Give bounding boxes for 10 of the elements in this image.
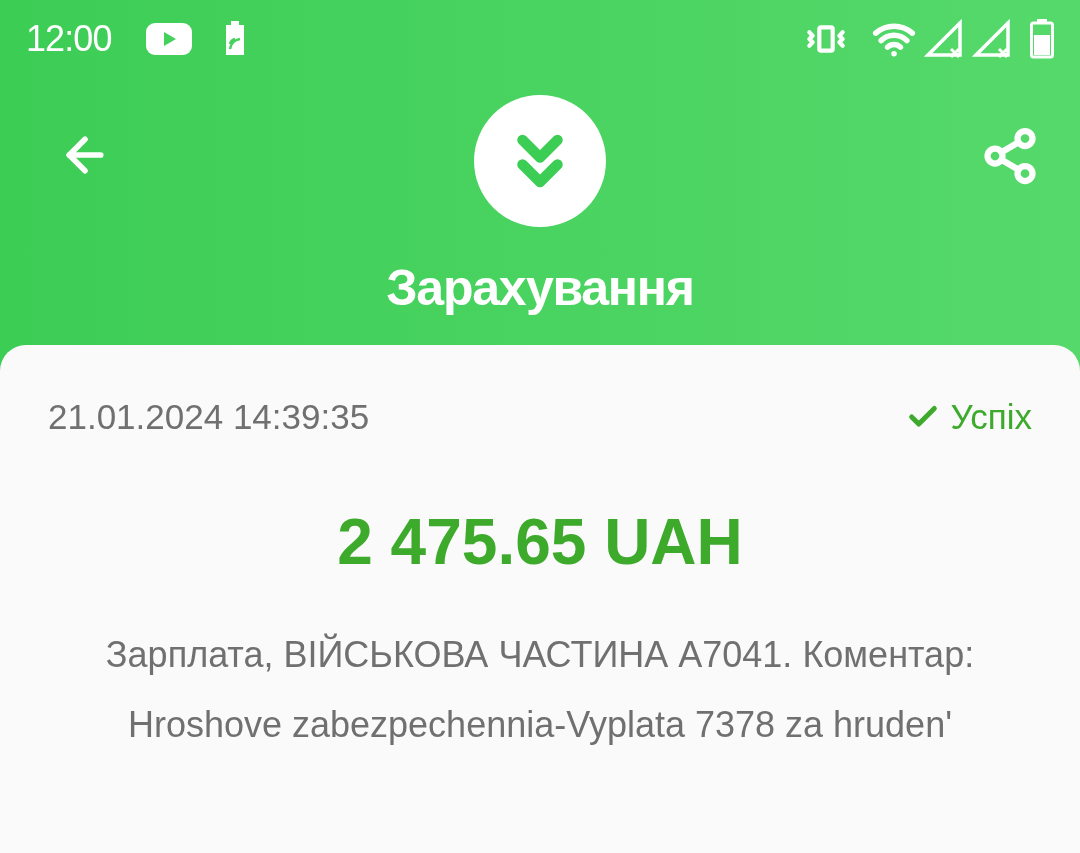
signal-icon [924, 19, 964, 59]
status-label: Успіх [950, 396, 1032, 438]
transaction-amount: 2 475.65 UAH [337, 504, 743, 580]
transaction-description: Зарплата, ВІЙСЬКОВА ЧАСТИНА А7041. Коментар: Hroshove zabezpechennia-Vyplata 7378 za hruden' [104, 632, 976, 747]
transaction-datetime: 21.01.2024 14:39:35 [48, 396, 370, 438]
screen-title: Зарахування [386, 259, 694, 318]
play-icon [145, 23, 192, 55]
signal-icon [972, 19, 1012, 59]
battery-icon [1030, 19, 1054, 59]
status-time: 12:00 [26, 17, 112, 61]
